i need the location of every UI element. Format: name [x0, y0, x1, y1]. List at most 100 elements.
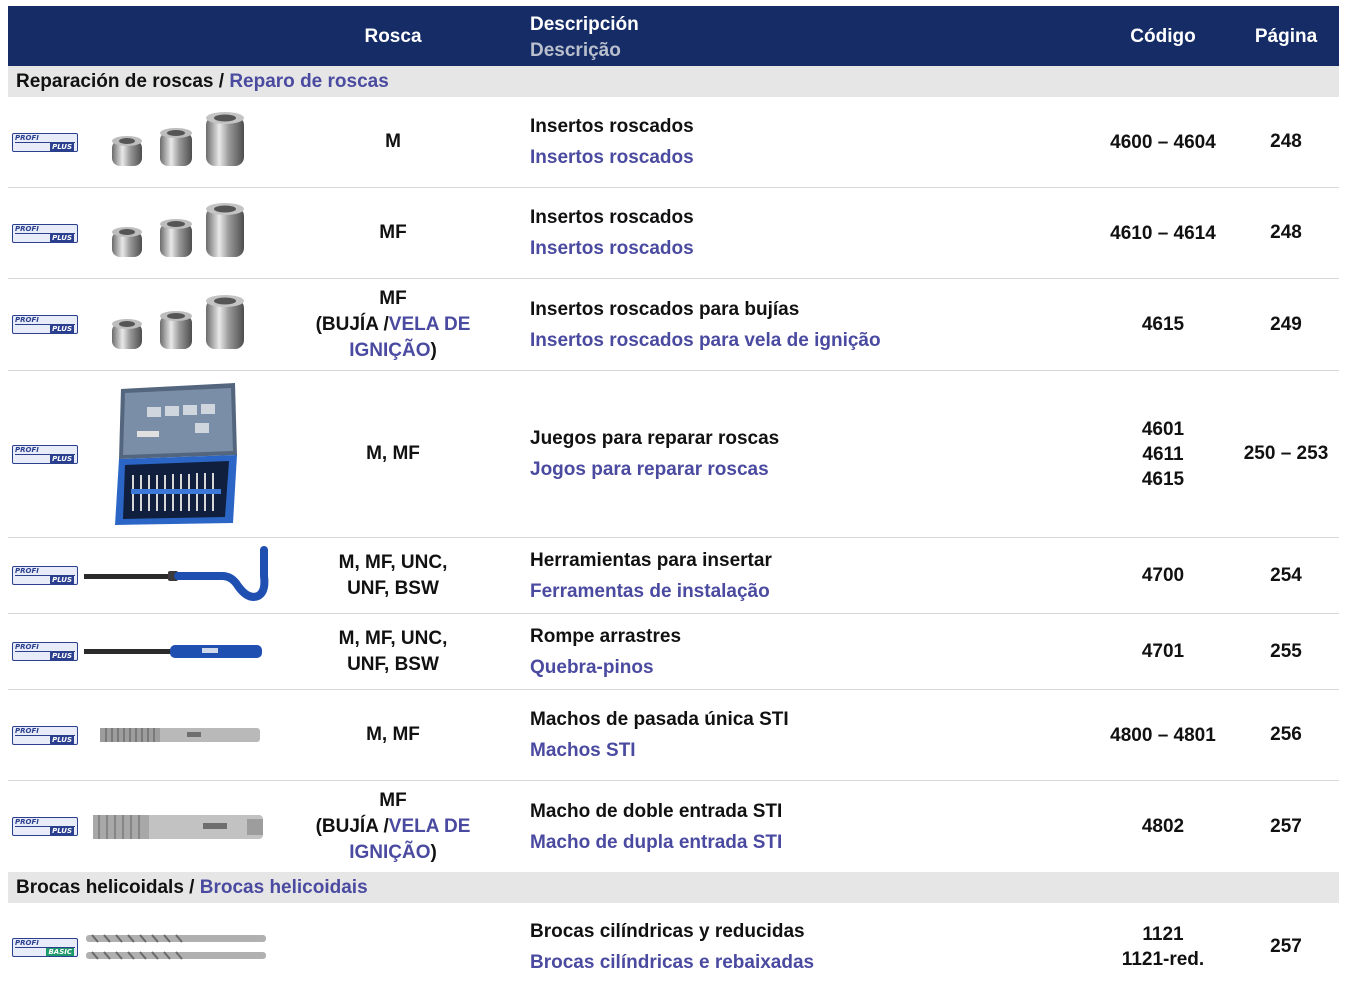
- profi-plus-logo: PROFI PLUS: [12, 315, 78, 334]
- rosca-line: UNF, BSW: [347, 653, 439, 675]
- codigo-value: 4615: [1141, 314, 1185, 335]
- table-row[interactable]: PROFI PLUS MF (BUJÍA /VELA DE IGNIÇÃO) M…: [8, 781, 1339, 872]
- rosca-value: M, MF: [366, 724, 420, 745]
- table-row[interactable]: PROFI PLUS M, MF, UNC, UNF, BSW Rompe arr…: [8, 614, 1339, 690]
- codigo-line: 4615: [1141, 468, 1185, 490]
- logo-cell: PROFI PLUS: [12, 538, 78, 613]
- codigo-value: 4601 4611 4615: [1098, 371, 1228, 537]
- header-pagina: Página: [1254, 26, 1318, 47]
- logo-cell: PROFI PLUS: [12, 690, 78, 780]
- codigo-value: 4701: [1141, 641, 1185, 662]
- logo-cell: PROFI PLUS: [12, 188, 78, 278]
- rosca-value: M: [385, 131, 401, 152]
- logo-cell: PROFI PLUS: [12, 614, 78, 689]
- profi-plus-logo: PROFI PLUS: [12, 725, 78, 745]
- codigo-line: 4611: [1142, 443, 1184, 465]
- product-table: Rosca Descripción Descrição Código Págin…: [8, 6, 1339, 991]
- pagina-value: 248: [1270, 131, 1302, 152]
- pagina-value: 256: [1270, 724, 1302, 745]
- description-es: Insertos roscados: [530, 116, 694, 137]
- tang-breaker-image: [82, 614, 272, 689]
- rosca-line: M, MF, UNC,: [338, 627, 448, 649]
- codigo-line: 1121-red.: [1121, 949, 1205, 970]
- table-row[interactable]: PROFI PLUS M, MF Machos de pasada única S…: [8, 690, 1339, 781]
- description-pt: Machos STI: [530, 740, 636, 761]
- header-descripcion-es: Descripción: [530, 14, 639, 35]
- pagina-value: 250 – 253: [1243, 443, 1329, 464]
- rosca-line: (BUJÍA /VELA DE IGNIÇÃO): [315, 313, 471, 361]
- logo-cell: PROFI BASIC: [12, 903, 78, 991]
- rosca-value: M, MF, UNC, UNF, BSW: [308, 614, 478, 689]
- rosca-value: M, MF: [366, 443, 420, 464]
- header-descripcion: Descripción Descrição: [530, 12, 639, 64]
- profi-basic-logo: PROFI BASIC: [12, 937, 78, 957]
- description-pt: Macho de dupla entrada STI: [530, 831, 783, 853]
- description-pt: Brocas cilíndricas e rebaixadas: [530, 952, 815, 973]
- section-title-pt: Reparo de roscas: [229, 71, 389, 92]
- section-title-es: Brocas helicoidals /: [16, 877, 195, 898]
- description: Insertos roscados para bujías Insertos r…: [530, 279, 1090, 370]
- header-descripcion-pt: Descrição: [530, 40, 621, 61]
- description: Juegos para reparar roscas Jogos para re…: [530, 371, 1090, 537]
- thread-inserts-image: [82, 188, 272, 278]
- profi-plus-logo: PROFI PLUS: [12, 642, 78, 661]
- rosca-line: M, MF, UNC,: [338, 551, 448, 573]
- description: Herramientas para insertar Ferramentas d…: [530, 538, 1090, 613]
- description: Brocas cilíndricas y reducidas Brocas ci…: [530, 903, 1090, 991]
- rosca-value: MF (BUJÍA /VELA DE IGNIÇÃO): [308, 781, 478, 872]
- pagina-value: 255: [1270, 640, 1302, 662]
- table-row[interactable]: PROFI PLUS M, MF Juegos para reparar ros…: [8, 371, 1339, 538]
- logo-cell: PROFI PLUS: [12, 371, 78, 537]
- pagina-value: 254: [1270, 564, 1302, 586]
- logo-cell: PROFI PLUS: [12, 781, 78, 872]
- table-row[interactable]: PROFI PLUS MF Insertos roscados Insertos …: [8, 188, 1339, 279]
- rosca-value: MF (BUJÍA /VELA DE IGNIÇÃO): [308, 279, 478, 370]
- header-codigo: Código: [1130, 26, 1196, 47]
- rosca-value: [308, 903, 478, 991]
- header-rosca: Rosca: [364, 26, 422, 47]
- profi-plus-logo: PROFI PLUS: [12, 444, 78, 464]
- pagina-value: 248: [1270, 222, 1302, 243]
- description-pt: Jogos para reparar roscas: [530, 459, 769, 480]
- pagina-value: 257: [1270, 815, 1302, 837]
- codigo-value: 4802: [1141, 816, 1185, 837]
- description-pt: Insertos roscados para vela de ignição: [530, 329, 881, 351]
- table-row[interactable]: PROFI PLUS M, MF, UNC, UNF, BSW Herramien…: [8, 538, 1339, 614]
- codigo-value: 4610 – 4614: [1110, 222, 1216, 244]
- pagina-value: 257: [1270, 936, 1302, 957]
- insertion-tool-image: [82, 538, 272, 613]
- sti-tap-double-image: [82, 781, 272, 872]
- description-pt: Insertos roscados: [530, 238, 694, 259]
- section-title-pt: Brocas helicoidais: [199, 877, 368, 898]
- twist-drills-image: [82, 903, 272, 991]
- rosca-line: MF: [379, 789, 407, 811]
- description: Macho de doble entrada STI Macho de dupl…: [530, 781, 1090, 872]
- rosca-value: MF: [379, 222, 407, 243]
- description-es: Macho de doble entrada STI: [530, 800, 783, 822]
- table-row[interactable]: PROFI PLUS M Insertos roscados Insertos …: [8, 97, 1339, 188]
- description-es: Insertos roscados para bujías: [530, 298, 800, 320]
- description: Insertos roscados Insertos roscados: [530, 188, 1090, 278]
- profi-plus-logo: PROFI PLUS: [12, 132, 78, 152]
- thread-inserts-image: [82, 97, 272, 187]
- table-row[interactable]: PROFI PLUS MF (BUJÍA /VELA DE IGNIÇÃO) In…: [8, 279, 1339, 371]
- description-pt: Quebra-pinos: [530, 656, 654, 678]
- description-es: Insertos roscados: [530, 207, 694, 228]
- section-title-es: Reparación de roscas /: [16, 71, 225, 92]
- pagina-value: 249: [1270, 313, 1302, 335]
- codigo-value: 4800 – 4801: [1110, 724, 1216, 746]
- table-row[interactable]: PROFI BASIC Brocas cilíndricas y reducid…: [8, 903, 1339, 991]
- description-es: Herramientas para insertar: [530, 549, 772, 571]
- description-es: Rompe arrastres: [530, 625, 682, 647]
- rosca-value: M, MF, UNC, UNF, BSW: [308, 538, 478, 613]
- thread-inserts-image: [82, 279, 272, 370]
- codigo-value: 4700: [1141, 565, 1185, 586]
- codigo-value: 4600 – 4604: [1110, 131, 1216, 153]
- profi-plus-logo: PROFI PLUS: [12, 817, 78, 836]
- profi-plus-logo: PROFI PLUS: [12, 223, 78, 243]
- description: Rompe arrastres Quebra-pinos: [530, 614, 1090, 689]
- logo-cell: PROFI PLUS: [12, 97, 78, 187]
- profi-plus-logo: PROFI PLUS: [12, 566, 78, 585]
- rosca-line: UNF, BSW: [347, 577, 439, 599]
- rosca-line: (BUJÍA /VELA DE IGNIÇÃO): [315, 815, 471, 863]
